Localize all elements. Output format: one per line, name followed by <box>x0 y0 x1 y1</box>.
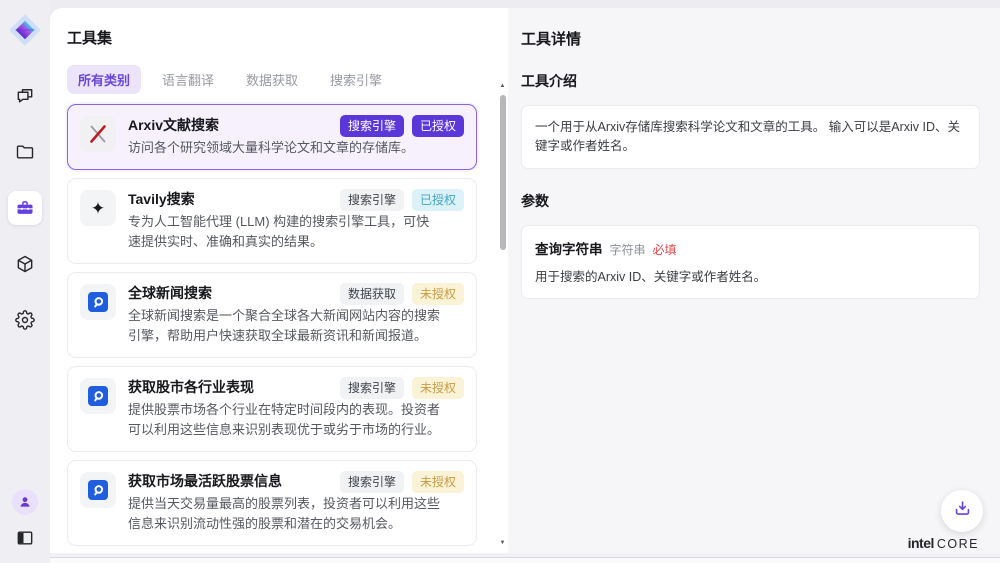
download-icon <box>953 499 972 523</box>
category-badge: 搜索引擎 <box>340 377 404 399</box>
category-badge: 搜索引擎 <box>340 471 404 493</box>
app-logo <box>7 12 43 53</box>
intel-brand-text: intel <box>908 535 934 551</box>
auth-status-badge: 已授权 <box>412 189 464 211</box>
tab-label: 语言翻译 <box>162 73 214 88</box>
left-sidebar <box>0 0 50 563</box>
arxiv-icon <box>80 116 116 152</box>
category-tab-3[interactable]: 搜索引擎 <box>319 65 393 94</box>
tool-list-item[interactable]: 全球新闻搜索 全球新闻搜索是一个聚合全球各大新闻网站内容的搜索引擎，帮助用户快速… <box>67 272 477 358</box>
auth-status-badge: 未授权 <box>412 283 464 305</box>
scroll-up-arrow[interactable]: ▲ <box>498 82 507 90</box>
param-desc: 用于搜索的Arxiv ID、关键字或作者姓名。 <box>535 268 966 286</box>
tab-label: 数据获取 <box>246 73 298 88</box>
quest-icon <box>80 378 116 414</box>
auth-status-badge: 未授权 <box>412 471 464 493</box>
param-type: 字符串 <box>610 241 646 258</box>
tool-description: 访问各个研究领域大量科学论文和文章的存储库。 <box>128 138 440 158</box>
gear-icon[interactable] <box>8 303 42 337</box>
scrollbar-thumb[interactable] <box>500 95 506 250</box>
auth-status-badge: 已授权 <box>412 115 464 137</box>
toolbox-icon-active[interactable] <box>8 191 42 225</box>
param-required-badge: 必填 <box>653 241 677 258</box>
user-avatar-icon[interactable] <box>12 489 38 515</box>
tool-list-panel: 工具集 所有类别 语言翻译 数据获取 搜索引擎 Arxiv文献搜索 访问各个研究… <box>50 8 508 553</box>
category-tab-1[interactable]: 语言翻译 <box>151 65 225 94</box>
tab-label: 所有类别 <box>78 73 130 88</box>
scroll-down-arrow[interactable]: ▼ <box>498 539 507 547</box>
category-badge: 数据获取 <box>340 283 404 305</box>
tavily-icon: ✦ <box>80 190 116 226</box>
intro-card: 一个用于从Arxiv存储库搜索科学论文和文章的工具。 输入可以是Arxiv ID… <box>521 105 980 169</box>
chat-icon[interactable] <box>8 79 42 113</box>
intro-text: 一个用于从Arxiv存储库搜索科学论文和文章的工具。 输入可以是Arxiv ID… <box>535 118 966 156</box>
folder-icon[interactable] <box>8 135 42 169</box>
list-scrollbar[interactable]: ▲ ▼ <box>498 82 507 547</box>
intel-product-text: core <box>937 537 979 551</box>
quest-icon <box>80 472 116 508</box>
tool-list-item[interactable]: ✦ Tavily搜索 专为人工智能代理 (LLM) 构建的搜索引擎工具，可快速提… <box>67 178 477 264</box>
panels-icon[interactable] <box>12 525 38 551</box>
tool-description: 提供当天交易量最高的股票列表，投资者可以利用这些信息来识别流动性强的股票和潜在的… <box>128 494 440 534</box>
params-heading: 参数 <box>521 191 980 211</box>
detail-title: 工具详情 <box>521 28 980 49</box>
param-name: 查询字符串 <box>535 238 603 258</box>
parameter-card: 查询字符串 字符串 必填 用于搜索的Arxiv ID、关键字或作者姓名。 <box>521 225 980 299</box>
tab-label: 搜索引擎 <box>330 73 382 88</box>
auth-status-badge: 未授权 <box>412 377 464 399</box>
cube-icon[interactable] <box>8 247 42 281</box>
intro-heading: 工具介绍 <box>521 71 980 91</box>
tool-list-item[interactable]: 获取市场最活跃股票信息 提供当天交易量最高的股票列表，投资者可以利用这些信息来识… <box>67 460 477 546</box>
tool-detail-panel: 工具详情 工具介绍 一个用于从Arxiv存储库搜索科学论文和文章的工具。 输入可… <box>508 8 1000 553</box>
page-title: 工具集 <box>67 27 492 48</box>
category-tab-0[interactable]: 所有类别 <box>67 65 141 94</box>
tool-description: 专为人工智能代理 (LLM) 构建的搜索引擎工具，可快速提供实时、准确和真实的结… <box>128 212 440 252</box>
download-button[interactable] <box>941 490 983 532</box>
tool-list-item[interactable]: Arxiv文献搜索 访问各个研究领域大量科学论文和文章的存储库。 搜索引擎 已授… <box>67 104 477 170</box>
quest-icon <box>80 284 116 320</box>
tool-list: Arxiv文献搜索 访问各个研究领域大量科学论文和文章的存储库。 搜索引擎 已授… <box>50 104 508 553</box>
tool-description: 提供股票市场各个行业在特定时间段内的表现。投资者可以利用这些信息来识别表现优于或… <box>128 400 440 440</box>
tool-list-item[interactable]: 获取股市各行业表现 提供股票市场各个行业在特定时间段内的表现。投资者可以利用这些… <box>67 366 477 452</box>
category-badge: 搜索引擎 <box>340 189 404 211</box>
category-tabs: 所有类别 语言翻译 数据获取 搜索引擎 <box>67 65 492 94</box>
tool-description: 全球新闻搜索是一个聚合全球各大新闻网站内容的搜索引擎，帮助用户快速获取全球最新资… <box>128 306 440 346</box>
category-tab-2[interactable]: 数据获取 <box>235 65 309 94</box>
category-badge: 搜索引擎 <box>340 115 404 137</box>
window-bottom-strip-2 <box>50 558 1000 563</box>
